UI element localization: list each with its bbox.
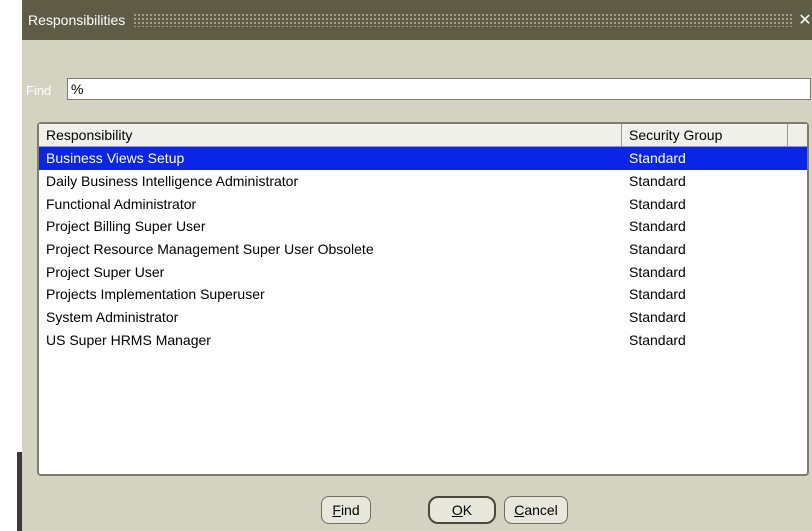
find-label: Find: [26, 83, 52, 98]
title-bar[interactable]: Responsibilities ✕: [22, 0, 812, 40]
title-bar-texture: [133, 13, 792, 27]
responsibility-cell: Functional Administrator: [46, 195, 197, 212]
find-button-mnemonic: F: [332, 502, 341, 518]
security-group-cell: Standard: [629, 309, 686, 326]
cancel-button[interactable]: Cancel: [504, 496, 568, 524]
table-row[interactable]: Project Billing Super User Standard: [39, 215, 807, 238]
cancel-button-label: ancel: [524, 502, 558, 518]
table-row[interactable]: Project Super User Standard: [39, 260, 807, 283]
responsibilities-dialog: Responsibilities ✕ Find Responsibility S…: [22, 0, 812, 531]
security-group-cell: Standard: [629, 218, 686, 235]
responsibility-cell: Projects Implementation Superuser: [46, 286, 265, 303]
responsibility-cell: Project Super User: [46, 263, 165, 280]
responsibility-list: Responsibility Security Group Business V…: [37, 122, 809, 476]
dialog-title: Responsibilities: [28, 12, 126, 28]
security-group-cell: Standard: [629, 286, 686, 303]
ok-button-label: K: [462, 502, 473, 518]
table-row[interactable]: System Administrator Standard: [39, 306, 807, 329]
background-strip: [0, 0, 22, 531]
table-row[interactable]: Projects Implementation Superuser Standar…: [39, 283, 807, 306]
column-header-spacer: [788, 124, 807, 146]
table-row[interactable]: Project Resource Management Super User O…: [39, 238, 807, 261]
ok-button[interactable]: OK: [428, 496, 496, 524]
security-group-cell: Standard: [629, 331, 686, 348]
security-group-cell: Standard: [629, 241, 686, 258]
cancel-button-mnemonic: C: [514, 502, 525, 518]
security-group-cell: Standard: [629, 150, 686, 167]
table-row[interactable]: Business Views Setup Standard: [39, 147, 807, 170]
column-header-security-group[interactable]: Security Group: [622, 124, 788, 146]
ok-button-mnemonic: O: [451, 502, 463, 518]
find-input[interactable]: [67, 78, 811, 100]
responsibility-cell: Project Billing Super User: [46, 218, 206, 235]
table-row[interactable]: Functional Administrator Standard: [39, 192, 807, 215]
button-bar: Find OK Cancel: [22, 496, 812, 526]
responsibility-cell: Project Resource Management Super User O…: [46, 241, 374, 258]
security-group-cell: Standard: [629, 263, 686, 280]
find-row: Find: [22, 78, 812, 102]
column-header-responsibility[interactable]: Responsibility: [39, 124, 622, 146]
responsibility-cell: System Administrator: [46, 309, 179, 326]
list-header: Responsibility Security Group: [39, 124, 807, 147]
responsibility-cell: US Super HRMS Manager: [46, 331, 211, 348]
list-rows: Business Views Setup Standard Daily Busine…: [39, 147, 807, 351]
security-group-cell: Standard: [629, 173, 686, 190]
responsibility-cell: Daily Business Intelligence Administrato…: [46, 173, 299, 190]
responsibility-cell: Business Views Setup: [46, 150, 185, 167]
find-button[interactable]: Find: [321, 496, 371, 524]
close-icon[interactable]: ✕: [798, 10, 812, 30]
security-group-cell: Standard: [629, 195, 686, 212]
find-button-label: ind: [340, 502, 360, 518]
table-row[interactable]: Daily Business Intelligence Administrato…: [39, 170, 807, 193]
table-row[interactable]: US Super HRMS Manager Standard: [39, 329, 807, 352]
